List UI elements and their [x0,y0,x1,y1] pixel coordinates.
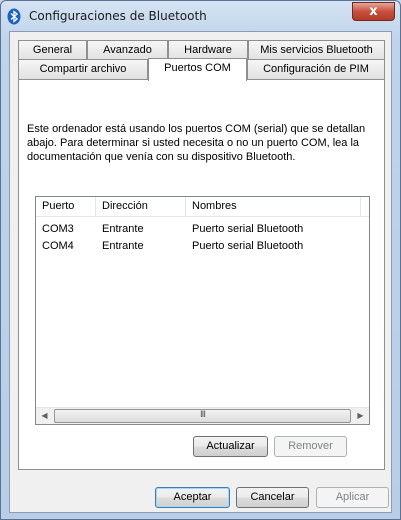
button-label: Cancelar [250,491,295,503]
close-icon: x [369,4,378,19]
button-label: Actualizar [206,440,255,452]
button-label: Aplicar [335,491,370,503]
port-cell: COM4 [42,240,74,252]
horizontal-scrollbar[interactable]: ◀ III ▶ [36,407,369,424]
table-row[interactable]: COM3 Entrante Puerto serial Bluetooth [36,221,369,238]
button-label: Remover [288,440,333,452]
arrow-left-icon[interactable]: ◀ [36,408,53,424]
name-cell: Puerto serial Bluetooth [192,223,304,235]
tab-label: Configuración de PIM [263,63,369,75]
name-cell: Puerto serial Bluetooth [192,240,304,252]
column-header-puerto[interactable]: Puerto [36,197,96,217]
tab-configuracion-de-pim[interactable]: Configuración de PIM [247,59,385,79]
remover-button[interactable]: Remover [274,436,347,457]
aceptar-button[interactable]: Aceptar [155,487,230,508]
close-button[interactable]: x [352,2,395,21]
tab-label: Avanzado [103,44,152,56]
tab-hardware[interactable]: Hardware [168,40,248,60]
tab-mis-servicios-bluetooth[interactable]: Mis servicios Bluetooth [248,40,385,60]
tab-label: Mis servicios Bluetooth [260,44,373,56]
arrow-right-icon[interactable]: ▶ [352,408,369,424]
direction-cell: Entrante [102,223,144,235]
puertos-com-panel: Este ordenador está usando los puertos C… [18,79,385,470]
direction-cell: Entrante [102,240,144,252]
bluetooth-settings-window: Configuraciones de Bluetooth x General A… [0,0,401,520]
button-label: Aceptar [173,491,212,503]
column-header-nombres[interactable]: Nombres [186,197,361,217]
tab-label: General [32,44,73,56]
dialog-client-area: General Avanzado Hardware Mis servicios … [9,31,392,513]
tab-puertos-com[interactable]: Puertos COM [148,58,247,81]
window-title: Configuraciones de Bluetooth [29,9,207,23]
tab-label: Compartir archivo [39,63,127,75]
bluetooth-icon [7,8,21,25]
panel-description: Este ordenador está usando los puertos C… [27,123,366,163]
tab-avanzado[interactable]: Avanzado [87,40,168,60]
list-header: Puerto Dirección Nombres [36,197,369,217]
aplicar-button[interactable]: Aplicar [316,487,389,508]
column-header-direccion[interactable]: Dirección [96,197,186,217]
port-cell: COM3 [42,223,74,235]
title-bar[interactable]: Configuraciones de Bluetooth x [1,1,400,31]
actualizar-button[interactable]: Actualizar [193,436,268,457]
thumb-grip: III [200,410,206,420]
table-row[interactable]: COM4 Entrante Puerto serial Bluetooth [36,238,369,255]
scrollbar-thumb[interactable]: III [54,409,351,423]
cancelar-button[interactable]: Cancelar [236,487,309,508]
com-ports-list[interactable]: Puerto Dirección Nombres COM3 Entrante P… [35,196,370,425]
tab-general[interactable]: General [18,40,87,60]
tab-label: Hardware [184,44,232,56]
tab-label: Puertos COM [164,62,231,74]
tab-compartir-archivo[interactable]: Compartir archivo [18,59,148,79]
